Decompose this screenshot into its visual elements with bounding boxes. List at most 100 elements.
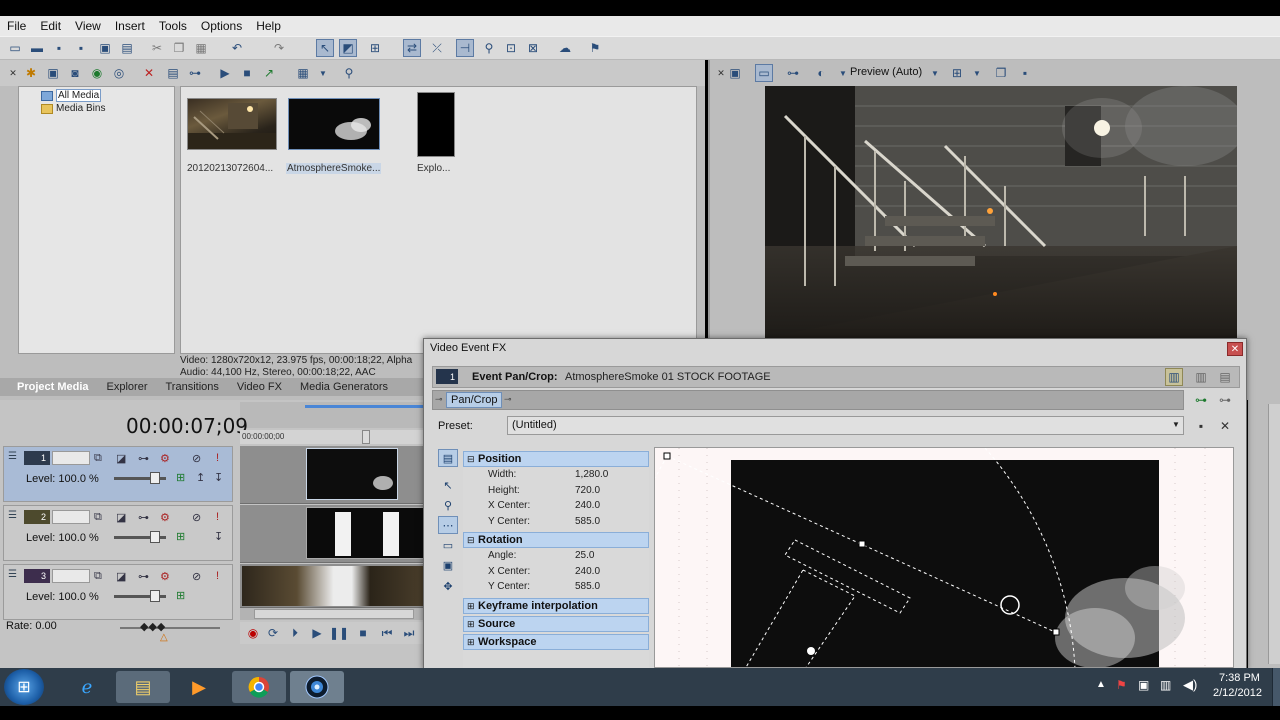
quality-dropdown-icon[interactable]: ▼: [926, 64, 944, 82]
auto-preview-icon[interactable]: ↗: [260, 64, 278, 82]
preview-quality[interactable]: Preview (Auto): [850, 66, 922, 78]
mute-icon[interactable]: ⊘: [192, 511, 201, 524]
undo-icon[interactable]: ↶: [228, 39, 246, 57]
save-preset-icon[interactable]: ▪: [1192, 417, 1210, 435]
media-fx-icon[interactable]: ▤: [164, 64, 182, 82]
composite-mode-icon[interactable]: ⧉: [94, 570, 102, 583]
menu-help[interactable]: Help: [249, 19, 288, 33]
section-rotation[interactable]: ⊟ Rotation: [463, 532, 649, 548]
gear-icon[interactable]: ⚙: [160, 570, 170, 583]
size-about-center-icon[interactable]: ▣: [438, 556, 458, 574]
preview-properties-icon[interactable]: ▣: [726, 64, 744, 82]
video-fx-icon[interactable]: ⊶: [784, 64, 802, 82]
track-header-1[interactable]: ☰ 1 ⧉ ◪ ⊶ ⚙ ⊘ ! Level: 100.0 % ⊞ ↥ ↧: [3, 446, 233, 502]
mute-icon[interactable]: ⊘: [192, 452, 201, 465]
solo-icon[interactable]: !: [216, 511, 219, 523]
network-icon[interactable]: ▥: [1160, 678, 1171, 692]
go-to-start-icon[interactable]: ⏮: [378, 624, 396, 642]
tab-media-generators[interactable]: Media Generators: [300, 381, 388, 393]
tab-project-media[interactable]: Project Media: [17, 381, 89, 393]
prop-row[interactable]: Angle: 25.0: [463, 549, 649, 564]
chevron-down-icon[interactable]: ▼: [1172, 420, 1180, 429]
collapse-icon[interactable]: ☰: [8, 510, 20, 522]
internet-explorer-icon[interactable]: ℯ: [60, 671, 114, 703]
tab-explorer[interactable]: Explorer: [107, 381, 148, 393]
level-slider-knob[interactable]: [150, 531, 160, 543]
event-porch-clip[interactable]: [242, 566, 425, 606]
overlays-icon[interactable]: ⊞: [948, 64, 966, 82]
event-smoke-clip[interactable]: [306, 448, 398, 500]
save-as-icon[interactable]: ▪: [72, 39, 90, 57]
scrollbar-thumb[interactable]: [254, 609, 414, 619]
collapse-icon[interactable]: ☰: [8, 569, 20, 581]
track-lane-2[interactable]: [240, 505, 425, 563]
zoom-window-icon[interactable]: ⊠: [524, 39, 542, 57]
menu-options[interactable]: Options: [194, 19, 249, 33]
play-icon[interactable]: ▶: [308, 624, 326, 642]
clock-time[interactable]: 7:38 PM: [1219, 672, 1260, 684]
pan-crop-workspace[interactable]: [654, 447, 1234, 668]
track-motion-icon[interactable]: ◪: [116, 511, 126, 524]
enable-snapping-icon[interactable]: ⋯: [438, 516, 458, 534]
prop-value[interactable]: 720.0: [575, 485, 600, 496]
prop-row[interactable]: Width: 1,280.0: [463, 468, 649, 483]
menu-insert[interactable]: Insert: [108, 19, 152, 33]
tree-item-all-media[interactable]: All Media: [41, 89, 102, 102]
track-fx-icon[interactable]: ⊶: [138, 452, 149, 465]
right-scrollbar[interactable]: [1268, 404, 1280, 664]
zoom-edit-icon[interactable]: ⚲: [438, 496, 458, 514]
prop-row[interactable]: Y Center: 585.0: [463, 515, 649, 530]
move-down-icon[interactable]: ↧: [214, 530, 223, 543]
make-compositing-child-icon[interactable]: ⊞: [176, 589, 185, 602]
plugin-chain-icon[interactable]: ⊶: [1192, 391, 1210, 409]
section-source[interactable]: ⊞ Source: [463, 616, 649, 632]
track-name-field[interactable]: [52, 569, 90, 583]
prop-row[interactable]: Height: 720.0: [463, 484, 649, 499]
auto-ripple-icon[interactable]: ⇄: [403, 39, 421, 57]
track-motion-icon[interactable]: ◪: [116, 452, 126, 465]
section-position[interactable]: ⊟ Position: [463, 451, 649, 467]
lock-aspect-ratio-icon[interactable]: ▭: [438, 536, 458, 554]
new-icon[interactable]: ▭: [6, 39, 24, 57]
media-tags-icon[interactable]: ⊶: [186, 64, 204, 82]
expand-icon[interactable]: ⊞: [467, 637, 475, 648]
record-icon[interactable]: ◉: [244, 624, 262, 642]
action-center-icon[interactable]: ⚑: [1116, 678, 1127, 692]
search-media-icon[interactable]: ◎: [110, 64, 128, 82]
media-thumbnail-porch[interactable]: [187, 98, 277, 150]
start-preview-icon[interactable]: ▶: [216, 64, 234, 82]
collapse-icon[interactable]: ☰: [8, 451, 20, 463]
split-view-icon[interactable]: ▥: [1165, 368, 1183, 386]
tree-item-media-bins[interactable]: Media Bins: [41, 103, 105, 114]
prop-row[interactable]: Y Center: 585.0: [463, 580, 649, 595]
selection-tool-icon[interactable]: ⊞: [366, 39, 384, 57]
cut-icon[interactable]: ✂: [148, 39, 166, 57]
track-lane-1[interactable]: [240, 446, 425, 504]
solo-icon[interactable]: !: [216, 452, 219, 464]
auto-crossfade-icon[interactable]: ⤫: [428, 39, 446, 57]
gear-icon[interactable]: ⚙: [160, 511, 170, 524]
show-desktop-button[interactable]: [1272, 668, 1280, 706]
timeline-scrollbar[interactable]: [240, 608, 425, 620]
composite-mode-icon[interactable]: ⧉: [94, 452, 102, 465]
external-monitor-icon[interactable]: ▭: [755, 64, 773, 82]
section-workspace[interactable]: ⊞ Workspace: [463, 634, 649, 650]
menu-file[interactable]: File: [0, 19, 33, 33]
views-dropdown-icon[interactable]: ▼: [314, 64, 332, 82]
loop-region[interactable]: [305, 405, 425, 408]
refresh-icon[interactable]: ◉: [88, 64, 106, 82]
open-icon[interactable]: ▬: [28, 39, 46, 57]
whats-this-icon[interactable]: ⚑: [586, 39, 604, 57]
lock-envelopes-icon[interactable]: ⚲: [480, 39, 498, 57]
copy-snapshot-icon[interactable]: ❐: [992, 64, 1010, 82]
prop-value[interactable]: 240.0: [575, 500, 600, 511]
copy-icon[interactable]: ❐: [170, 39, 188, 57]
gear-icon[interactable]: ⚙: [160, 452, 170, 465]
make-compositing-child-icon[interactable]: ⊞: [176, 471, 185, 484]
collapse-icon[interactable]: ⊟: [467, 454, 475, 465]
media-thumbnail-explosion[interactable]: [417, 92, 455, 157]
expand-view-icon[interactable]: ▥: [1192, 368, 1210, 386]
remove-icon[interactable]: ✕: [140, 64, 158, 82]
properties-icon[interactable]: ▤: [118, 39, 136, 57]
paste-icon[interactable]: ▦: [192, 39, 210, 57]
